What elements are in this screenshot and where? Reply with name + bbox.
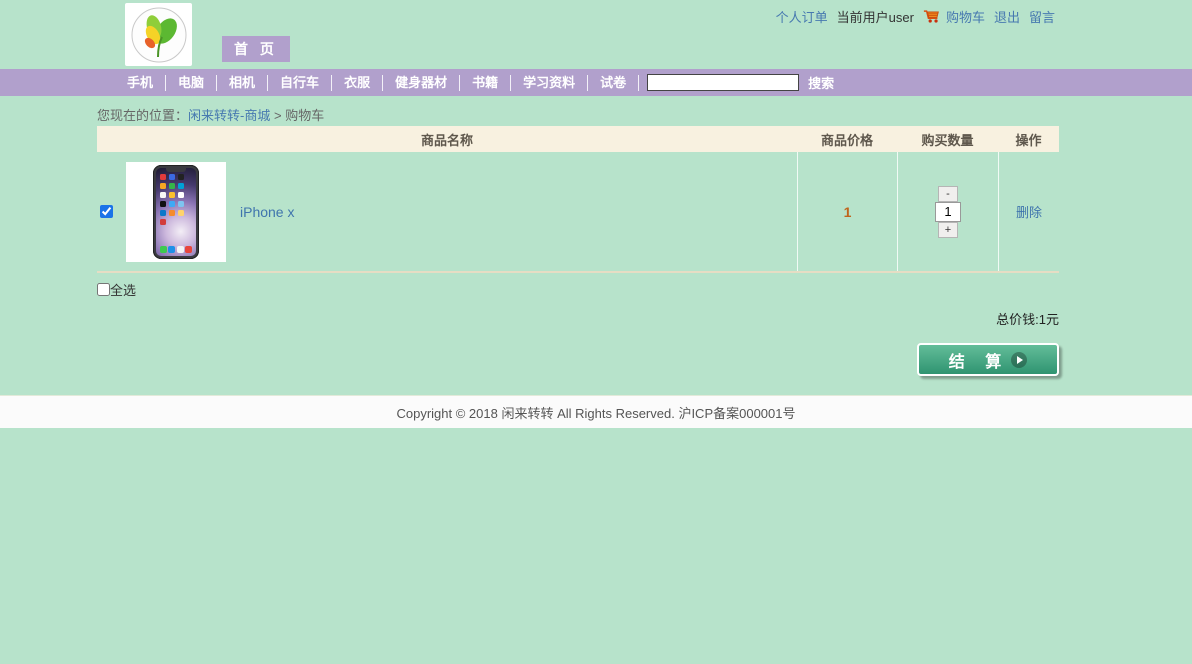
checkout-button[interactable]: 结 算 [917,343,1059,376]
action-cell: 删除 [998,152,1059,271]
breadcrumb: 您现在的位置：闲来转转-商城 > 购物车 [97,96,1059,126]
main-content: 您现在的位置：闲来转转-商城 > 购物车 商品名称 商品价格 购买数量 操作 [97,96,1059,395]
column-header-product-name: 商品名称 [97,130,797,149]
price-cell: 1 [797,152,897,271]
nav-item-bicycles[interactable]: 自行车 [268,75,332,91]
cart-table-header: 商品名称 商品价格 购买数量 操作 [97,126,1059,152]
select-all-label: 全选 [110,280,136,299]
checkout-row: 结 算 [97,343,1059,376]
play-arrow-icon [1011,352,1027,368]
total-price-row: 总价钱:1元 [97,309,1059,328]
nav-item-clothes[interactable]: 衣服 [332,75,383,91]
top-header: 首 页 个人订单 当前用户user 购物车 退出 留言 [0,0,1192,69]
search-button[interactable]: 搜索 [808,73,834,92]
product-price: 1 [844,204,852,220]
select-all-row: 全选 [97,280,1059,299]
breadcrumb-current: 购物车 [285,108,324,123]
leaf-logo-icon [128,5,190,65]
orders-link[interactable]: 个人订单 [776,7,828,26]
nav-item-books[interactable]: 书籍 [460,75,511,91]
current-user-label: 当前用户user [837,7,914,26]
quantity-cell: - + [897,152,998,271]
row-select-checkbox[interactable] [100,205,113,218]
home-button[interactable]: 首 页 [222,36,290,62]
nav-item-fitness[interactable]: 健身器材 [383,75,460,91]
product-image[interactable] [126,162,226,262]
quantity-increase-button[interactable]: + [938,222,958,238]
search-input[interactable] [647,74,799,91]
product-name-cell: iPhone x [97,152,797,271]
total-price-text: 总价钱:1元 [996,312,1059,327]
nav-item-phones[interactable]: 手机 [115,75,166,91]
column-header-quantity: 购买数量 [897,130,998,149]
message-link[interactable]: 留言 [1029,7,1055,26]
breadcrumb-separator: > [274,108,282,123]
user-links: 个人订单 当前用户user 购物车 退出 留言 [776,7,1055,26]
column-header-action: 操作 [998,130,1059,149]
nav-item-exams[interactable]: 试卷 [588,75,639,91]
cart-table-row: iPhone x 1 - + 删除 [97,152,1059,273]
select-all-checkbox[interactable] [97,283,110,296]
nav-search: 搜索 [647,73,834,92]
nav-item-study-materials[interactable]: 学习资料 [511,75,588,91]
logout-link[interactable]: 退出 [994,7,1020,26]
site-logo[interactable] [125,3,192,66]
delete-link[interactable]: 删除 [1016,202,1042,221]
quantity-decrease-button[interactable]: - [938,186,958,202]
quantity-input[interactable] [935,202,961,222]
product-name-link[interactable]: iPhone x [240,204,294,220]
nav-item-computers[interactable]: 电脑 [166,75,217,91]
breadcrumb-prefix: 您现在的位置： [97,108,188,123]
column-header-price: 商品价格 [797,130,897,149]
page-footer: Copyright © 2018 闲来转转 All Rights Reserve… [0,395,1192,428]
breadcrumb-shop-link[interactable]: 闲来转转-商城 [188,108,270,123]
main-navbar: 手机 电脑 相机 自行车 衣服 健身器材 书籍 学习资料 试卷 搜索 [0,69,1192,96]
cart-link[interactable]: 购物车 [946,7,985,26]
iphone-image [153,165,199,259]
copyright-text: Copyright © 2018 闲来转转 All Rights Reserve… [396,403,795,422]
nav-item-cameras[interactable]: 相机 [217,75,268,91]
checkout-button-label: 结 算 [949,348,1001,372]
cart-icon [923,9,941,24]
quantity-stepper: - + [935,186,961,238]
